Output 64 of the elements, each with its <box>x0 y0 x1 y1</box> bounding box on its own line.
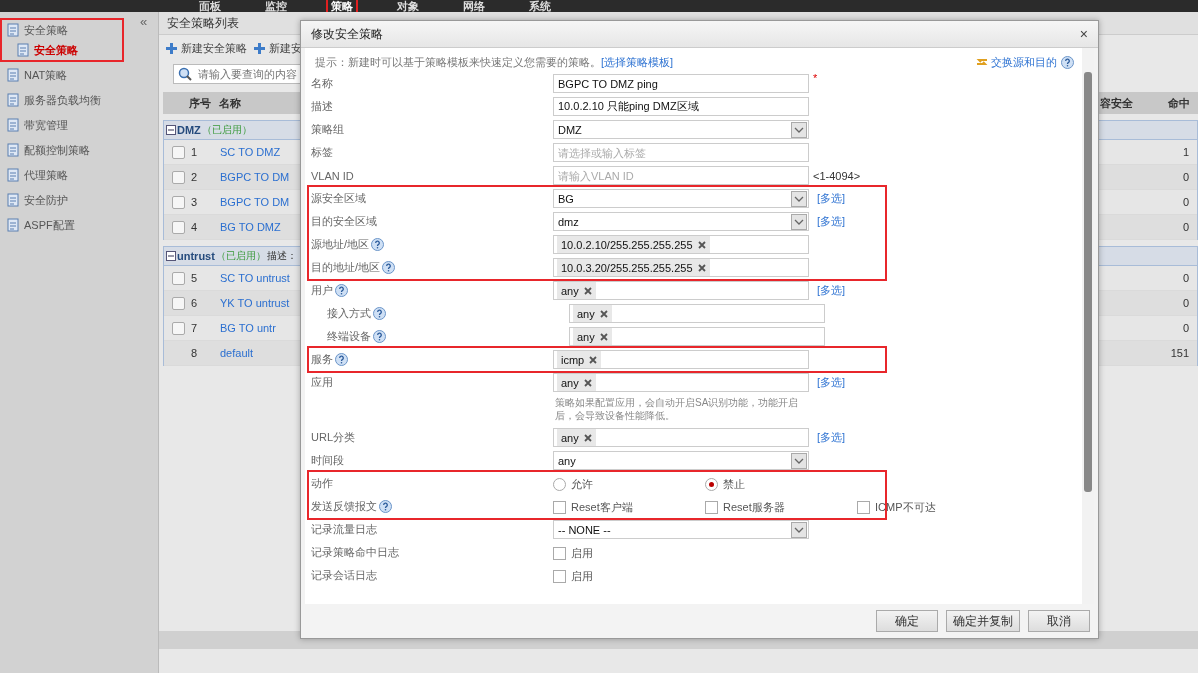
tag-label: icmp <box>561 353 585 366</box>
field-label: 目的地址/地区 <box>311 260 381 275</box>
table-cell: 0 <box>1182 196 1189 208</box>
group-status: （已启用） <box>201 123 252 137</box>
table-cell: 7 <box>191 322 198 334</box>
table-cell: 2 <box>191 171 198 183</box>
table-cell: 5 <box>191 272 198 284</box>
table-cell: 151 <box>1170 347 1189 359</box>
group-description: 描述： <box>266 249 297 263</box>
field-label: 源地址/地区 <box>311 237 370 252</box>
group-name: DMZ <box>177 124 201 136</box>
checkbox-label: Reset服务器 <box>723 500 785 515</box>
radio-label: 允许 <box>571 477 593 492</box>
table-cell: 1 <box>191 146 198 158</box>
field-label: 目的安全区域 <box>311 214 377 229</box>
column-header: 容安全 <box>1099 95 1134 111</box>
field-label: 终端设备 <box>327 329 371 344</box>
table-cell: 8 <box>191 347 198 359</box>
tag-label: any <box>561 376 579 389</box>
required-mark: * <box>813 72 818 84</box>
table-cell: 0 <box>1182 297 1189 309</box>
tag-label: 10.0.2.10/255.255.255.255 <box>561 238 693 251</box>
tag-label: 10.0.3.20/255.255.255.255 <box>561 261 693 274</box>
field-label: 记录策略命中日志 <box>311 545 399 560</box>
field-label: 动作 <box>311 476 333 491</box>
field-label: 源安全区域 <box>311 191 366 206</box>
tag-label: any <box>561 431 579 444</box>
field-label: URL分类 <box>311 430 355 445</box>
table-cell: 0 <box>1182 171 1189 183</box>
table-cell: 6 <box>191 297 198 309</box>
field-label: 接入方式 <box>327 306 371 321</box>
column-header: 序号 <box>188 95 212 111</box>
group-name: untrust <box>177 250 215 262</box>
field-label: 服务 <box>311 352 333 367</box>
field-label: 记录会话日志 <box>311 568 377 583</box>
column-header: 命中 <box>1167 95 1191 111</box>
group-status: （已启用） <box>215 249 266 263</box>
range-hint: <1-4094> <box>813 169 861 182</box>
table-cell: 0 <box>1182 221 1189 233</box>
field-label: 应用 <box>311 375 333 390</box>
field-label: 名称 <box>311 76 333 91</box>
table-cell: 0 <box>1182 322 1189 334</box>
field-label: 描述 <box>311 99 333 114</box>
checkbox-label: Reset客户端 <box>571 500 633 515</box>
field-label: VLAN ID <box>311 169 354 182</box>
tag-label: any <box>577 330 595 343</box>
field-label: 时间段 <box>311 453 344 468</box>
table-cell: 4 <box>191 221 198 233</box>
column-header: 名称 <box>219 95 242 111</box>
tag-label: any <box>561 284 579 297</box>
tag-label: any <box>577 307 595 320</box>
checkbox-label: 启用 <box>571 569 593 584</box>
field-label: 标签 <box>311 145 333 160</box>
field-label: 策略组 <box>311 122 344 137</box>
hint-text: 提示：新建时可以基于策略模板来快速定义您需要的策略。[选择策略模板] <box>315 54 674 70</box>
note-text: 策略如果配置应用，会自动开启SA识别功能，功能开启后，会导致设备性能降低。 <box>554 396 800 423</box>
table-cell: 1 <box>1182 146 1189 158</box>
table-cell: 3 <box>191 196 198 208</box>
radio-label: 禁止 <box>723 477 745 492</box>
table-cell: 0 <box>1182 272 1189 284</box>
checkbox-label: 启用 <box>571 546 593 561</box>
field-label: 发送反馈报文 <box>311 499 377 514</box>
field-label: 记录流量日志 <box>311 522 377 537</box>
field-label: 用户 <box>311 283 333 298</box>
